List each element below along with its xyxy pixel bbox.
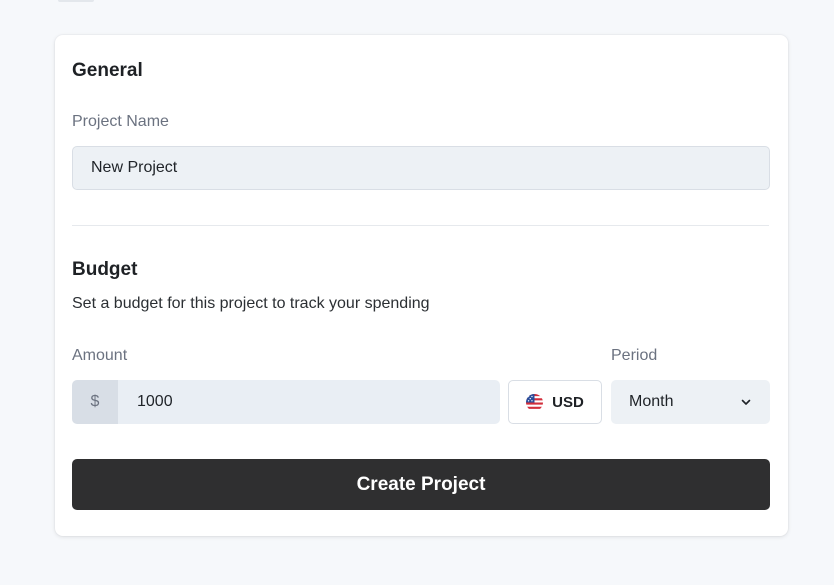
amount-input[interactable]	[118, 380, 500, 424]
project-name-input[interactable]	[72, 146, 770, 190]
currency-selector-button[interactable]: USD	[508, 380, 602, 424]
period-select[interactable]: Month	[611, 380, 770, 424]
amount-field: $	[72, 380, 500, 424]
section-divider	[72, 225, 769, 226]
amount-label: Amount	[72, 347, 128, 364]
period-label: Period	[611, 347, 658, 364]
currency-code: USD	[552, 393, 584, 411]
top-tab-edge	[58, 0, 94, 2]
project-name-label: Project Name	[72, 113, 169, 130]
budget-section-title: Budget	[72, 259, 138, 280]
budget-description: Set a budget for this project to track y…	[72, 295, 430, 312]
period-value: Month	[629, 393, 674, 410]
project-form-card: General Project Name Budget Set a budget…	[55, 35, 788, 536]
general-section-title: General	[72, 60, 143, 81]
create-project-button[interactable]: Create Project	[72, 459, 770, 510]
us-flag-icon	[526, 393, 544, 411]
currency-symbol-prefix: $	[72, 380, 118, 424]
chevron-down-icon	[741, 399, 751, 405]
